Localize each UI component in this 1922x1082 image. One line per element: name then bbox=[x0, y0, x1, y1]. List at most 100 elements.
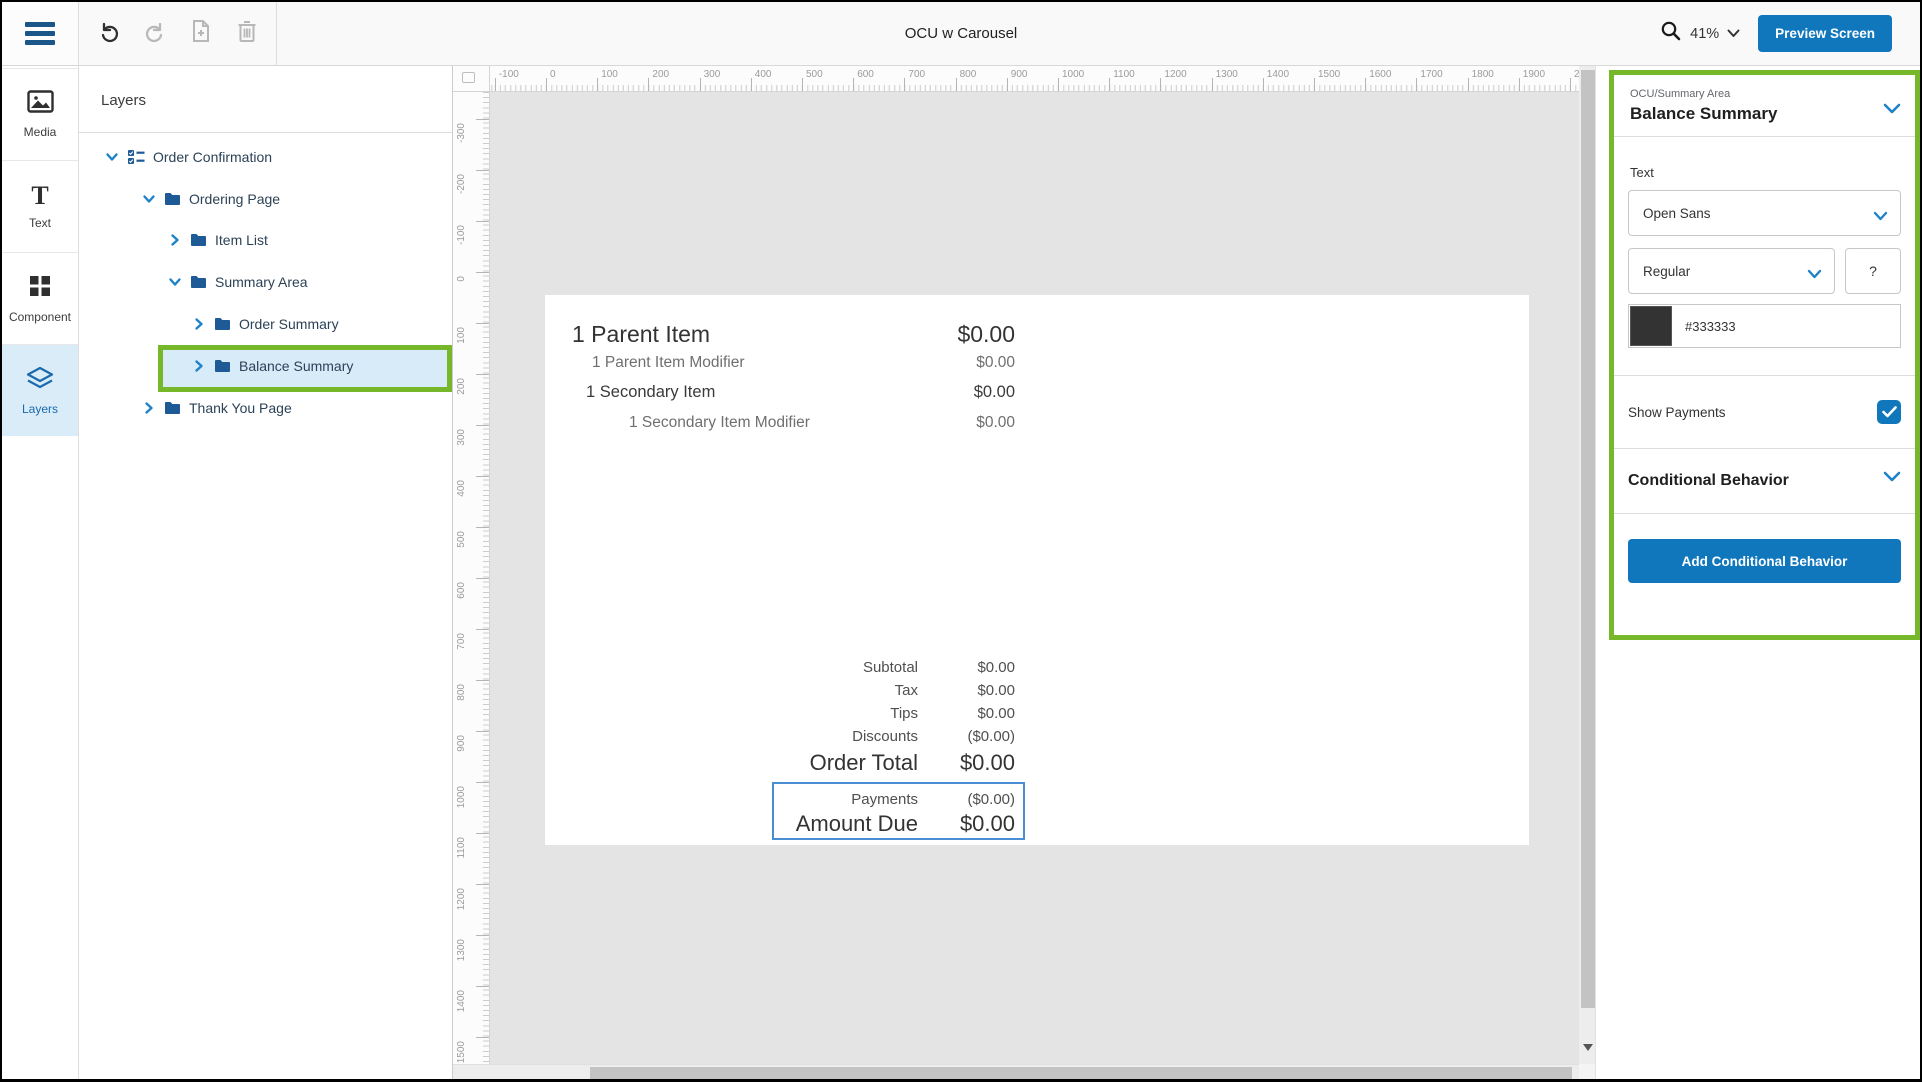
show-payments-checkbox[interactable] bbox=[1877, 400, 1901, 424]
ruler-label: 400 bbox=[456, 480, 467, 497]
zoom-level: 41% bbox=[1690, 26, 1719, 42]
chevron-down-icon[interactable] bbox=[142, 192, 156, 206]
folder-icon bbox=[164, 192, 181, 206]
vertical-scrollbar-thumb[interactable] bbox=[1581, 70, 1595, 1008]
ruler-label: 300 bbox=[456, 429, 467, 446]
layer-row-item-list[interactable]: Item List bbox=[168, 222, 268, 258]
layer-row-ordering-page[interactable]: Ordering Page bbox=[142, 181, 280, 217]
layer-row-order-summary[interactable]: Order Summary bbox=[192, 306, 339, 342]
chevron-down-icon[interactable] bbox=[168, 275, 182, 289]
ruler-tick bbox=[751, 78, 752, 91]
sidebar-item-text[interactable]: TText bbox=[2, 160, 78, 252]
checklist-icon bbox=[127, 149, 145, 165]
chevron-right-icon[interactable] bbox=[168, 233, 182, 247]
ruler-label: 200 bbox=[456, 378, 467, 395]
chevron-down-icon bbox=[1873, 209, 1888, 224]
ruler-tick bbox=[476, 1037, 489, 1038]
search-icon bbox=[1660, 20, 1682, 47]
ruler-label: 1500 bbox=[456, 1041, 467, 1063]
sidebar-item-component[interactable]: Component bbox=[2, 252, 78, 344]
ruler-tick bbox=[476, 476, 489, 477]
item-name: 1 Parent Item bbox=[572, 321, 710, 347]
chevron-right-icon[interactable] bbox=[142, 401, 156, 415]
font-family-dropdown[interactable]: Open Sans bbox=[1628, 190, 1901, 236]
ruler-tick bbox=[1314, 78, 1315, 91]
help-button[interactable]: ? bbox=[1845, 248, 1901, 294]
summary-value: $0.00 bbox=[977, 682, 1015, 699]
ruler-label: 600 bbox=[456, 582, 467, 599]
layer-row-summary-area[interactable]: Summary Area bbox=[168, 264, 308, 300]
item-price: $0.00 bbox=[974, 383, 1015, 402]
color-swatch bbox=[1630, 306, 1672, 346]
ruler-tick bbox=[476, 221, 489, 222]
layer-row-thank-you-page[interactable]: Thank You Page bbox=[142, 390, 292, 426]
sidebar-item-label: Layers bbox=[22, 402, 58, 416]
text-color-field[interactable]: #333333 bbox=[1628, 304, 1901, 348]
ruler-label: 500 bbox=[806, 69, 823, 80]
ruler-tick bbox=[495, 78, 496, 91]
ruler-tick bbox=[853, 78, 854, 91]
undo-button[interactable] bbox=[90, 15, 128, 53]
ruler-tick bbox=[476, 629, 489, 630]
sidebar-item-label: Text bbox=[29, 216, 51, 230]
ruler-label: 1100 bbox=[456, 837, 467, 859]
summary-value: $0.00 bbox=[977, 659, 1015, 676]
undo-icon bbox=[97, 19, 121, 48]
ruler-label: 1900 bbox=[1523, 69, 1545, 80]
chevron-right-icon[interactable] bbox=[192, 359, 206, 373]
page-title: OCU w Carousel bbox=[2, 2, 1920, 65]
delete-button[interactable] bbox=[228, 15, 266, 53]
order-item-row[interactable]: 1 Parent Item $0.00 bbox=[545, 321, 1529, 348]
ruler-label: -100 bbox=[456, 225, 467, 245]
collapse-chevron-icon[interactable] bbox=[1883, 101, 1901, 119]
balance-summary-selection-box[interactable] bbox=[772, 782, 1025, 840]
layer-label: Summary Area bbox=[215, 274, 308, 290]
ruler-tick bbox=[476, 986, 489, 987]
layer-row-order-confirmation[interactable]: Order Confirmation bbox=[105, 139, 272, 175]
redo-button[interactable] bbox=[136, 15, 174, 53]
order-item-row[interactable]: 1 Secondary Item Modifier$0.00 bbox=[545, 414, 1529, 432]
ruler-tick bbox=[1109, 78, 1110, 91]
font-weight-dropdown[interactable]: Regular bbox=[1628, 248, 1835, 294]
scroll-down-arrow-icon[interactable] bbox=[1583, 1044, 1593, 1051]
ruler-tick bbox=[1160, 78, 1161, 91]
ruler-tick bbox=[476, 782, 489, 783]
sidebar-item-media[interactable]: Media bbox=[2, 68, 78, 160]
hamburger-menu-button[interactable] bbox=[2, 2, 79, 65]
item-price: $0.00 bbox=[957, 321, 1015, 348]
font-family-value: Open Sans bbox=[1643, 206, 1711, 221]
new-page-button[interactable] bbox=[182, 15, 220, 53]
order-item-row[interactable]: 1 Parent Item Modifier$0.00 bbox=[545, 354, 1529, 372]
toolbar: OCU w Carousel 41% Preview Screen bbox=[2, 2, 1920, 66]
ruler-label: -200 bbox=[456, 174, 467, 194]
ruler-tick bbox=[1263, 78, 1264, 91]
ruler-label: 1800 bbox=[1472, 69, 1494, 80]
canvas-region: -100010020030040050060070080090010001100… bbox=[453, 66, 1597, 1079]
ruler-tick bbox=[476, 833, 489, 834]
inspector-header: OCU/Summary Area Balance Summary bbox=[1614, 75, 1915, 137]
ruler-label: 1200 bbox=[456, 888, 467, 910]
ruler-label: 300 bbox=[704, 69, 721, 80]
ruler-label: 700 bbox=[908, 69, 925, 80]
font-weight-value: Regular bbox=[1643, 264, 1690, 279]
summary-label: Discounts bbox=[852, 728, 918, 745]
layer-row-balance-summary[interactable]: Balance Summary bbox=[192, 348, 353, 384]
order-item-row[interactable]: 1 Secondary Item$0.00 bbox=[545, 383, 1529, 402]
chevron-right-icon[interactable] bbox=[192, 317, 206, 331]
chevron-down-icon[interactable] bbox=[105, 150, 119, 164]
add-conditional-behavior-button[interactable]: Add Conditional Behavior bbox=[1628, 539, 1901, 583]
collapse-chevron-icon[interactable] bbox=[1883, 469, 1901, 487]
zoom-control[interactable]: 41% bbox=[1660, 20, 1740, 47]
preview-screen-button[interactable]: Preview Screen bbox=[1758, 15, 1892, 52]
summary-label: Subtotal bbox=[863, 659, 918, 676]
ruler-tick bbox=[1058, 78, 1059, 91]
ruler-label: 500 bbox=[456, 531, 467, 548]
horizontal-scrollbar-thumb[interactable] bbox=[590, 1067, 1572, 1079]
ruler-tick bbox=[476, 935, 489, 936]
canvas-viewport: 1 Parent Item $0.00 1 Parent Item Modifier… bbox=[490, 92, 1579, 1064]
delete-icon bbox=[236, 19, 258, 48]
ruler-tick bbox=[476, 425, 489, 426]
sidebar-item-layers[interactable]: Layers bbox=[2, 344, 78, 436]
ruler-tick bbox=[1007, 78, 1008, 91]
ruler-corner bbox=[453, 66, 490, 92]
